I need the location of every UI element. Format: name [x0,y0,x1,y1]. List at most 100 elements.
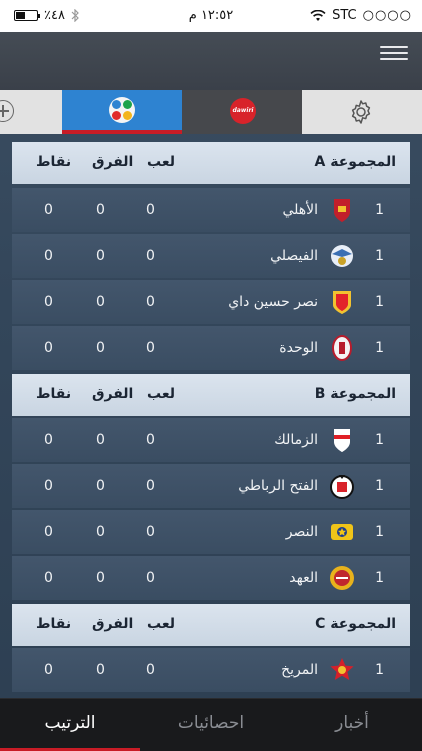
menu-line-icon [380,52,408,54]
carrier-name: STC [332,8,357,23]
team-points: 0 [44,248,53,264]
team-rank: 1 [375,294,384,310]
group-header: المجموعة A لعب الفرق نقاط [12,142,410,184]
team-played: 0 [146,340,155,356]
gear-icon [351,100,371,124]
league-logo-icon [109,97,135,123]
team-rank: 1 [375,248,384,264]
column-points-header: نقاط [36,616,72,632]
team-row[interactable]: 1 الفيصلي 0 0 0 [12,234,410,278]
faisaly-logo-icon [331,245,353,267]
column-points-header: نقاط [36,386,72,402]
team-name: الفتح الرباطي [238,478,318,494]
team-name: نصر حسين داي [228,294,318,310]
team-name: الوحدة [279,340,318,356]
column-points-header: نقاط [36,154,72,170]
team-played: 0 [146,570,155,586]
team-name: الفيصلي [270,248,318,264]
wifi-icon [310,9,326,21]
nav-bar [0,32,422,90]
team-diff: 0 [96,432,105,448]
team-diff: 0 [96,248,105,264]
wahda-logo-icon [332,335,352,361]
team-rank: 1 [375,340,384,356]
team-points: 0 [44,478,53,494]
add-tab-button[interactable] [0,90,62,134]
standings-list[interactable]: المجموعة A لعب الفرق نقاط 1 الأهلي 0 0 0… [0,134,422,698]
team-row[interactable]: 1 الزمالك 0 0 0 [12,418,410,462]
group-title: المجموعة C [315,616,396,632]
team-rank: 1 [375,524,384,540]
column-diff-header: الفرق [92,616,134,632]
nassr-logo-icon [331,524,353,540]
team-diff: 0 [96,202,105,218]
team-name: المريخ [281,662,318,678]
group-header: المجموعة B لعب الفرق نقاط [12,374,410,416]
team-played: 0 [146,662,155,678]
team-row[interactable]: 1 الأهلي 0 0 0 [12,188,410,232]
menu-line-icon [380,58,408,60]
status-bar: ٪٤٨ ١٢:٥٢ م STC ○○○○ [0,0,422,32]
team-rank: 1 [375,202,384,218]
merreikh-logo-icon [330,658,354,680]
tab-standings[interactable]: الترتيب [0,699,140,751]
team-points: 0 [44,340,53,356]
team-rank: 1 [375,662,384,678]
team-played: 0 [146,202,155,218]
team-points: 0 [44,570,53,586]
menu-button[interactable] [380,42,408,70]
team-played: 0 [146,294,155,310]
team-diff: 0 [96,340,105,356]
team-row[interactable]: 1 النصر 0 0 0 [12,510,410,554]
team-diff: 0 [96,524,105,540]
team-points: 0 [44,524,53,540]
team-row[interactable]: 1 العهد 0 0 0 [12,556,410,600]
team-diff: 0 [96,478,105,494]
signal-strength-icon: ○○○○ [362,8,412,23]
fath-logo-icon [330,475,354,499]
team-points: 0 [44,202,53,218]
tab-league[interactable] [62,90,182,134]
team-name: الزمالك [274,432,318,448]
menu-line-icon [380,46,408,48]
team-points: 0 [44,432,53,448]
group-header: المجموعة C لعب الفرق نقاط [12,604,410,646]
sponsor-logo-icon: dawiri [230,98,256,124]
add-icon [0,100,14,122]
team-played: 0 [146,432,155,448]
group-title: المجموعة A [314,154,396,170]
column-played-header: لعب [147,616,175,632]
top-tab-strip: dawiri [0,90,422,134]
nahd-logo-icon [333,291,351,314]
column-diff-header: الفرق [92,154,134,170]
zamalek-logo-icon [334,429,350,452]
tab-statistics[interactable]: احصائيات [141,699,281,751]
team-row[interactable]: 1 الفتح الرباطي 0 0 0 [12,464,410,508]
team-played: 0 [146,524,155,540]
team-played: 0 [146,478,155,494]
column-played-header: لعب [147,386,175,402]
tab-news[interactable]: أخبار [282,699,422,751]
group-title: المجموعة B [314,386,396,402]
team-row[interactable]: 1 الوحدة 0 0 0 [12,326,410,370]
bottom-tab-bar: الترتيب احصائيات أخبار [0,698,422,751]
team-name: النصر [285,524,318,540]
team-diff: 0 [96,570,105,586]
carrier-status: STC ○○○○ [310,8,412,23]
settings-tab-button[interactable] [302,90,422,134]
tab-sponsor[interactable]: dawiri [182,90,302,134]
ahed-logo-icon [330,566,354,590]
team-diff: 0 [96,294,105,310]
team-rank: 1 [375,478,384,494]
column-diff-header: الفرق [92,386,134,402]
team-points: 0 [44,662,53,678]
team-name: العهد [289,570,318,586]
team-row[interactable]: 1 نصر حسين داي 0 0 0 [12,280,410,324]
team-rank: 1 [375,432,384,448]
team-rank: 1 [375,570,384,586]
team-diff: 0 [96,662,105,678]
ahly-logo-icon [334,199,350,222]
team-name: الأهلي [282,202,318,218]
team-row[interactable]: 1 المريخ 0 0 0 [12,648,410,692]
team-points: 0 [44,294,53,310]
